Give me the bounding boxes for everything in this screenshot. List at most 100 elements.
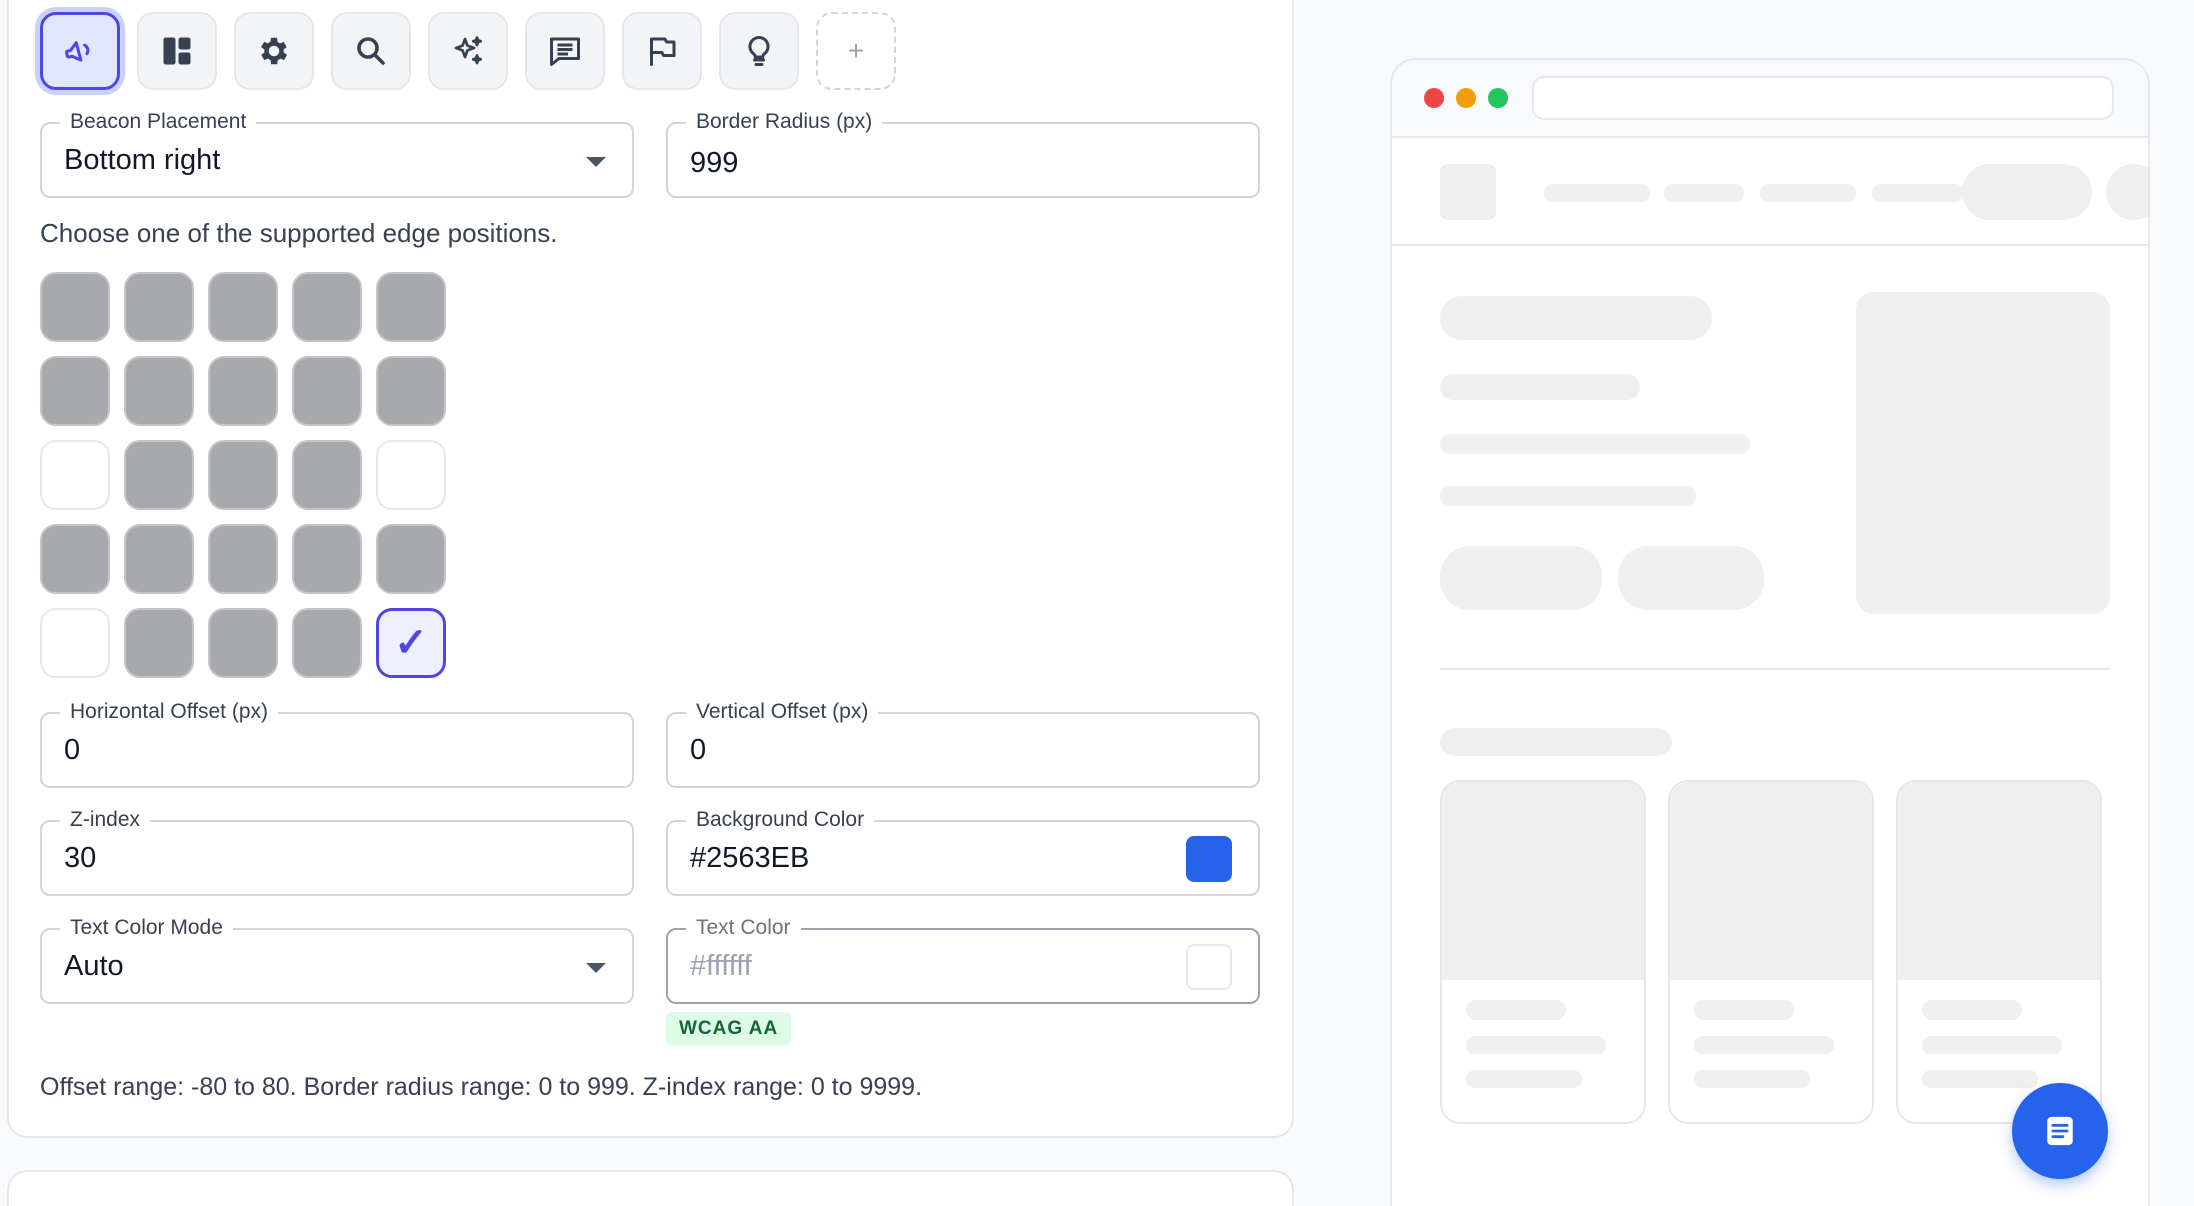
skeleton-line <box>1694 1070 1810 1088</box>
layout-button[interactable] <box>137 12 217 90</box>
border-radius-input[interactable]: Border Radius (px) 999 <box>666 110 1260 198</box>
placement-cell[interactable] <box>124 608 194 678</box>
megaphone-icon <box>65 41 90 62</box>
placement-cell[interactable] <box>124 524 194 594</box>
skeleton-nav-link <box>1544 184 1650 202</box>
text-color-input[interactable]: Text Color #ffffff <box>666 916 1260 1004</box>
lightbulb-button[interactable] <box>719 12 799 90</box>
background-color-swatch[interactable] <box>1186 836 1232 882</box>
add-button[interactable]: + <box>816 12 896 90</box>
placement-cell[interactable] <box>376 524 446 594</box>
skeleton-nav-link <box>1760 184 1856 202</box>
placement-cell[interactable] <box>292 356 362 426</box>
maximize-dot <box>1488 88 1508 108</box>
text-color-swatch[interactable] <box>1186 944 1232 990</box>
chevron-down-icon <box>586 963 606 973</box>
message-button[interactable] <box>525 12 605 90</box>
placement-cell[interactable] <box>208 440 278 510</box>
placement-cell[interactable] <box>124 272 194 342</box>
placement-cell[interactable] <box>208 356 278 426</box>
placement-cell[interactable] <box>292 608 362 678</box>
skeleton-avatar <box>2106 164 2148 220</box>
layout-icon <box>163 37 191 65</box>
wcag-badge: WCAG AA <box>666 1012 792 1046</box>
sparkles-button[interactable] <box>428 12 508 90</box>
url-bar <box>1532 76 2114 120</box>
vertical-offset-label: Vertical Offset (px) <box>686 700 879 724</box>
skeleton-nav-button <box>1962 164 2092 220</box>
background-color-value: #2563EB <box>690 842 810 874</box>
skeleton-line <box>1694 1000 1794 1020</box>
check-icon: ✓ <box>394 621 428 665</box>
skeleton-card-image <box>1670 782 1872 980</box>
placement-cell[interactable] <box>376 272 446 342</box>
placement-cell[interactable] <box>124 440 194 510</box>
horizontal-offset-label: Horizontal Offset (px) <box>60 700 279 724</box>
border-radius-value: 999 <box>690 147 739 179</box>
placement-cell[interactable] <box>292 272 362 342</box>
document-icon <box>2047 1116 2073 1146</box>
z-index-label: Z-index <box>60 808 151 832</box>
placement-cell-selected[interactable]: ✓ <box>376 608 446 678</box>
chevron-down-icon <box>586 157 606 167</box>
divider <box>1440 668 2110 670</box>
skeleton-line <box>1466 1070 1582 1088</box>
skeleton-line <box>1922 1000 2022 1020</box>
flag-icon <box>650 37 676 66</box>
placement-help: Choose one of the supported edge positio… <box>40 218 558 248</box>
ranges-help: Offset range: -80 to 80. Border radius r… <box>40 1073 923 1101</box>
skeleton-hero-image <box>1856 292 2110 614</box>
text-color-label: Text Color <box>686 916 801 940</box>
text-color-mode-select[interactable]: Text Color Mode Auto <box>40 916 634 1004</box>
z-index-input[interactable]: Z-index 30 <box>40 808 634 896</box>
placement-cell[interactable] <box>376 356 446 426</box>
megaphone-button[interactable] <box>40 12 120 90</box>
placement-cell[interactable] <box>208 272 278 342</box>
skeleton-line <box>1440 374 1640 400</box>
placement-cell[interactable] <box>40 440 110 510</box>
add-label: + <box>847 35 865 66</box>
skeleton-button <box>1440 546 1602 610</box>
background-color-label: Background Color <box>686 808 875 832</box>
next-card <box>7 1170 1294 1206</box>
border-radius-label: Border Radius (px) <box>686 110 883 134</box>
vertical-offset-input[interactable]: Vertical Offset (px) 0 <box>666 700 1260 788</box>
settings-pane: + Beacon Placement Bottom right Border R… <box>0 0 1340 1206</box>
skeleton-card <box>1896 780 2102 1124</box>
placement-cell[interactable] <box>292 524 362 594</box>
search-icon <box>357 37 385 65</box>
icon-toolbar: + <box>40 12 896 90</box>
skeleton-card <box>1668 780 1874 1124</box>
placement-cell[interactable] <box>376 440 446 510</box>
horizontal-offset-value: 0 <box>64 734 81 766</box>
placement-select[interactable]: Beacon Placement Bottom right <box>40 110 634 198</box>
placement-cell[interactable] <box>40 608 110 678</box>
skeleton-logo <box>1440 164 1496 220</box>
text-color-placeholder: #ffffff <box>690 950 752 982</box>
placement-cell[interactable] <box>40 524 110 594</box>
flag-button[interactable] <box>622 12 702 90</box>
preview-pane <box>1340 0 2194 1206</box>
skeleton-card <box>1440 780 1646 1124</box>
settings-button[interactable] <box>234 12 314 90</box>
skeleton-card-image <box>1442 782 1644 980</box>
background-color-input[interactable]: Background Color #2563EB <box>666 808 1260 896</box>
placement-cell[interactable] <box>124 356 194 426</box>
placement-cell[interactable] <box>208 608 278 678</box>
placement-grid: ✓ <box>40 272 446 678</box>
placement-cell[interactable] <box>208 524 278 594</box>
placement-cell[interactable] <box>40 272 110 342</box>
beacon-button[interactable] <box>2012 1083 2108 1179</box>
browser-titlebar <box>1392 60 2148 138</box>
placement-cell[interactable] <box>292 440 362 510</box>
skeleton-nav-link <box>1664 184 1744 202</box>
skeleton-line <box>1466 1000 1566 1020</box>
placement-cell[interactable] <box>40 356 110 426</box>
skeleton-line <box>1440 486 1696 506</box>
search-button[interactable] <box>331 12 411 90</box>
horizontal-offset-input[interactable]: Horizontal Offset (px) 0 <box>40 700 634 788</box>
text-color-mode-label: Text Color Mode <box>60 916 233 940</box>
skeleton-line <box>1440 434 1750 454</box>
skeleton-button <box>1618 546 1764 610</box>
gear-icon <box>261 37 288 65</box>
